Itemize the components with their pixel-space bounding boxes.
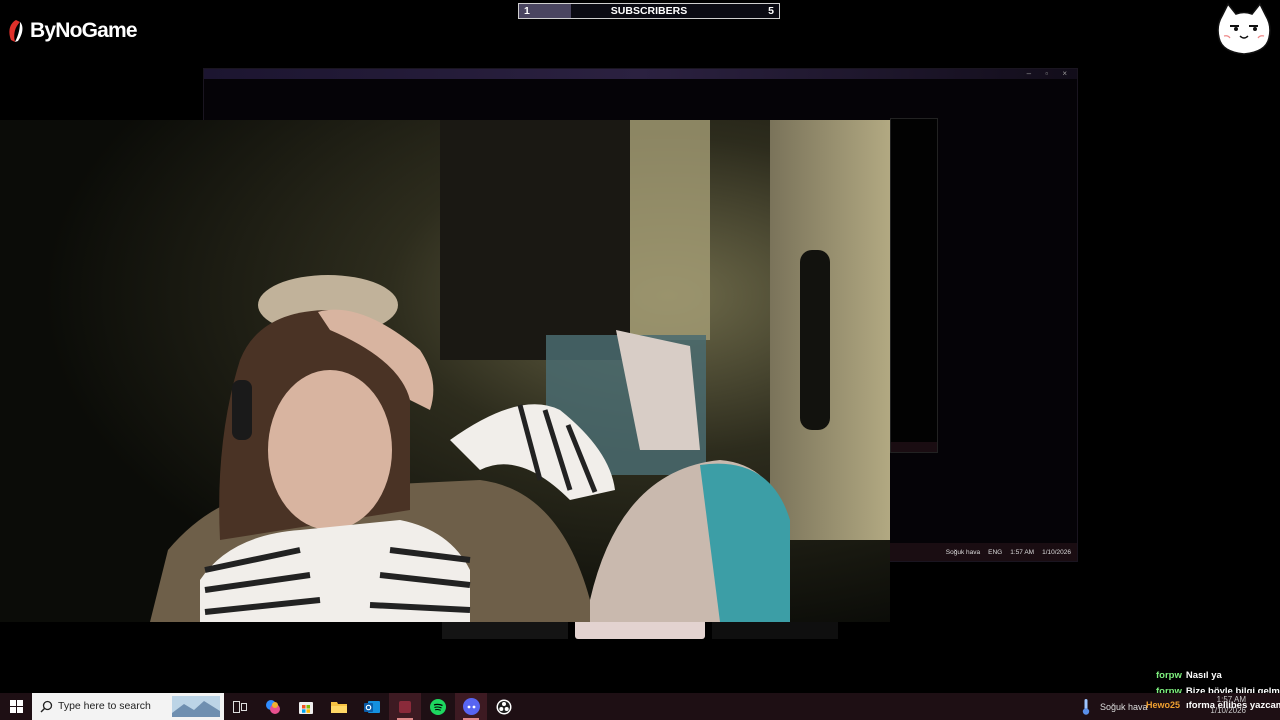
captured-taskbar-tray: Soğuk hava ENG 1:57 AM 1/10/2026 <box>890 543 1077 561</box>
chat-message: forpw Nasıl ya <box>1156 668 1280 684</box>
thumbnail-2 <box>575 622 705 639</box>
subscriber-goal-bar: 1 SUBSCRIBERS 5 <box>518 3 780 19</box>
clock-date: 1/10/2026 <box>1210 706 1246 715</box>
bynogame-mark-icon <box>9 20 23 42</box>
subscriber-goal: 5 <box>768 5 774 17</box>
thumbnail-1 <box>442 622 568 639</box>
discord-icon <box>462 698 480 715</box>
bynogame-logo: ByNoGame <box>6 14 138 48</box>
subscriber-label: SUBSCRIBERS <box>610 5 688 17</box>
search-icon <box>40 700 53 713</box>
obs-icon <box>496 699 512 714</box>
taskbar-clock[interactable]: 1:57 AM 1/10/2026 <box>1198 694 1246 716</box>
windows-logo-icon <box>9 700 23 713</box>
store-button[interactable] <box>290 693 322 720</box>
taskbar-search-box[interactable]: Type here to search <box>32 693 224 720</box>
window-controls[interactable]: – ▫ × <box>1027 69 1073 78</box>
chat-ticker-user: Hewo25 <box>1146 700 1181 710</box>
cat-mascot-icon <box>1217 2 1271 55</box>
nested-capture-window <box>890 118 938 453</box>
webcam-image <box>0 120 890 622</box>
clock-time: 1:57 AM <box>1216 695 1246 704</box>
spotify-icon <box>430 698 446 715</box>
task-view-icon <box>233 700 247 713</box>
file-explorer-button[interactable] <box>323 693 355 720</box>
windows-taskbar: Type here to search Soğuk hava <box>0 693 1280 720</box>
taskbar-weather[interactable]: Soğuk hava <box>1082 693 1148 720</box>
search-highlight-icon <box>172 696 220 717</box>
spotify-button[interactable] <box>422 693 454 720</box>
outlook-icon <box>364 700 380 713</box>
captured-tray-weather: Soğuk hava <box>945 548 981 556</box>
start-button[interactable] <box>0 693 32 720</box>
weather-text: Soğuk hava <box>1100 701 1148 712</box>
file-explorer-icon <box>331 702 347 713</box>
app-icon <box>399 700 411 713</box>
thumbnail-3 <box>712 622 838 639</box>
outlook-button[interactable] <box>356 693 388 720</box>
webcam-feed <box>0 120 890 622</box>
chat-text: Nasıl ya <box>1185 670 1222 681</box>
chat-user: forpw <box>1156 670 1182 681</box>
captured-tray-lang: ENG <box>988 548 1003 556</box>
thermometer-icon <box>1082 698 1090 715</box>
copilot-button[interactable] <box>257 693 289 720</box>
obs-button[interactable] <box>488 693 520 720</box>
window-titlebar[interactable] <box>204 69 1077 79</box>
discord-button[interactable] <box>455 693 487 720</box>
logo-text: ByNoGame <box>30 19 138 42</box>
task-view-button[interactable] <box>224 693 256 720</box>
nested-capture-taskbar <box>891 442 937 452</box>
captured-tray-date: 1/10/2026 <box>1042 548 1071 556</box>
search-placeholder: Type here to search <box>58 700 151 712</box>
store-icon <box>299 702 313 714</box>
copilot-icon <box>266 699 280 714</box>
captured-tray-time: 1:57 AM <box>1010 548 1035 556</box>
active-app-button[interactable] <box>389 693 421 720</box>
